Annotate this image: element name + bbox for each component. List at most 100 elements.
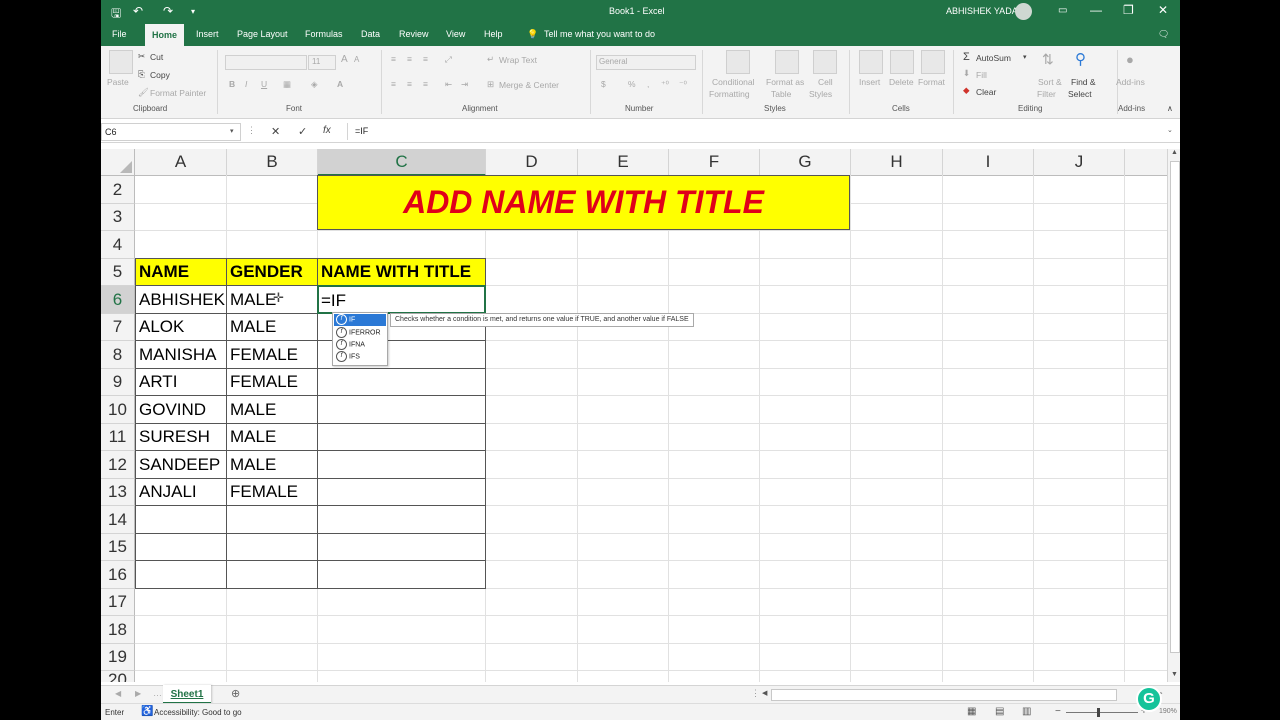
scroll-up-icon[interactable]: ▲ [1171,149,1178,156]
tab-formulas[interactable]: Formulas [305,29,343,39]
cell-b12[interactable]: MALE [227,451,276,478]
tell-me-search[interactable]: Tell me what you want to do [544,29,655,39]
sheet-ellipsis[interactable]: … [153,688,162,698]
cell-a8[interactable]: MANISHA [136,341,216,368]
header-gender[interactable]: GENDER [227,259,317,285]
row-header-8[interactable]: 8 [101,341,135,369]
scroll-down-icon[interactable]: ▼ [1171,671,1178,678]
underline-button[interactable]: U [261,79,267,89]
row-header-14[interactable]: 14 [101,506,135,534]
align-middle-icon[interactable]: ≡ [407,54,412,64]
cell-b7[interactable]: MALE [227,314,276,340]
zoom-level[interactable]: 190% [1159,708,1177,715]
cell-b10[interactable]: MALE [227,396,276,423]
tab-data[interactable]: Data [361,29,380,39]
column-header-j[interactable]: J [1034,149,1125,176]
column-header-a[interactable]: A [135,149,227,176]
page-break-view-icon[interactable]: ▥ [1022,706,1031,717]
column-header-d[interactable]: D [486,149,578,176]
percent-button[interactable]: % [628,79,636,89]
row-header-6[interactable]: 6 [101,286,135,314]
conditional-label-1[interactable]: Conditional [712,77,755,87]
increase-indent-icon[interactable]: ⇥ [461,79,468,90]
row-header-3[interactable]: 3 [101,204,135,231]
cut-button[interactable]: Cut [150,52,163,62]
scroll-thumb[interactable] [1170,161,1180,653]
tab-view[interactable]: View [446,29,465,39]
delete-cells-icon[interactable] [890,50,914,74]
fill-icon[interactable]: ⬇ [963,68,970,79]
wrap-text-icon[interactable]: ↵ [487,54,494,65]
row-header-18[interactable]: 18 [101,616,135,644]
wrap-text-button[interactable]: Wrap Text [499,55,537,65]
customize-qat-icon[interactable]: ▾ [191,7,195,16]
cell-c6-active[interactable]: =IF [317,285,486,314]
copy-icon[interactable]: ⎘ [138,69,145,80]
cell-b9[interactable]: FEMALE [227,369,298,395]
column-header-b[interactable]: B [227,149,318,176]
vertical-scrollbar[interactable]: ▲ ▼ [1167,149,1180,682]
cell-a13[interactable]: ANJALI [136,479,197,505]
autocomplete-item-ifna[interactable]: f IFNA [334,339,386,351]
minimize-button[interactable]: — [1090,3,1102,17]
zoom-slider-thumb[interactable] [1097,708,1100,717]
bold-button[interactable]: B [229,79,235,89]
cell-b8[interactable]: FEMALE [227,341,298,368]
close-button[interactable]: ✕ [1158,3,1168,17]
zoom-out-icon[interactable]: − [1055,706,1061,717]
align-center-icon[interactable]: ≡ [407,79,412,89]
align-top-icon[interactable]: ≡ [391,54,396,64]
orientation-icon[interactable]: ⤢ [445,54,452,65]
expand-formula-icon[interactable]: ⌄ [1167,126,1173,134]
autocomplete-item-iferror[interactable]: f IFERROR [334,327,386,339]
column-header-c[interactable]: C [318,149,486,176]
header-name-with-title[interactable]: NAME WITH TITLE [318,259,485,285]
row-header-13[interactable]: 13 [101,479,135,506]
font-color-icon[interactable]: A [337,79,343,89]
save-icon[interactable]: 🖫 [111,4,121,25]
fill-button[interactable]: Fill [976,70,987,80]
cell-a9[interactable]: ARTI [136,369,177,395]
tab-splitter-icon[interactable]: ⋮ [751,688,760,699]
merge-center-button[interactable]: Merge & Center [499,80,559,90]
merge-icon[interactable]: ⊞ [487,79,494,90]
accessibility-status[interactable]: Accessibility: Good to go [154,708,242,717]
format-as-label-2[interactable]: Table [771,89,791,99]
name-box-dropdown-icon[interactable]: ▾ [230,127,234,135]
tab-page-layout[interactable]: Page Layout [237,29,288,39]
cell-a10[interactable]: GOVIND [136,396,206,423]
addins-button[interactable]: Add-ins [1116,77,1145,87]
insert-cells-icon[interactable] [859,50,883,74]
borders-icon[interactable]: ▦ [283,79,291,90]
tab-review[interactable]: Review [399,29,429,39]
align-left-icon[interactable]: ≡ [391,79,396,89]
format-painter-icon[interactable]: 🖌 [138,87,149,98]
formula-input[interactable]: =IF [355,126,368,136]
row-header-7[interactable]: 7 [101,314,135,341]
decrease-font-icon[interactable]: A [354,55,359,64]
row-header-2[interactable]: 2 [101,176,135,204]
name-box[interactable]: C6 ▾ [101,123,241,141]
add-sheet-icon[interactable]: ⊕ [231,687,240,700]
tab-insert[interactable]: Insert [196,29,219,39]
cut-icon[interactable]: ✂ [138,51,145,62]
row-header-10[interactable]: 10 [101,396,135,424]
cell-a12[interactable]: SANDEEP [136,451,220,478]
italic-button[interactable]: I [245,79,247,89]
comments-icon[interactable]: 🗨 [1158,29,1169,40]
autosum-button[interactable]: AutoSum [976,53,1011,63]
cell-a11[interactable]: SURESH [136,424,210,450]
cell-a6[interactable]: ABHISHEK [136,286,225,313]
format-cells-button[interactable]: Format [918,77,945,87]
restore-button[interactable]: ❐ [1123,3,1134,17]
column-header-e[interactable]: E [578,149,669,176]
copy-button[interactable]: Copy [150,70,170,80]
column-header-g[interactable]: G [760,149,851,176]
sheet-tab-sheet1[interactable]: Sheet1 [163,685,211,704]
row-header-16[interactable]: 16 [101,561,135,589]
row-header-11[interactable]: 11 [101,424,135,451]
decrease-indent-icon[interactable]: ⇤ [445,79,452,90]
font-name-box[interactable] [225,55,307,70]
row-header-12[interactable]: 12 [101,451,135,479]
cell-styles-label-1[interactable]: Cell [818,77,833,87]
